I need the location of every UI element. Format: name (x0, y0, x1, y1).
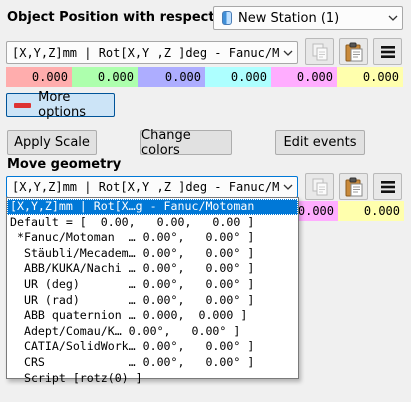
move-geometry-title: Move geometry (7, 157, 122, 172)
position-format-select[interactable]: [X,Y,Z]mm | Rot[X,Y ,Z ]deg - Fanuc/M (6, 41, 298, 64)
rotation-z-field[interactable]: 0.000 (337, 67, 403, 87)
dropdown-option[interactable]: Default = [ 0.00, 0.00, 0.00 ] (7, 215, 298, 231)
chevron-down-icon (384, 7, 402, 29)
paste-icon (345, 42, 362, 61)
menu-button[interactable] (373, 38, 402, 65)
copy-button[interactable] (305, 38, 334, 65)
move-rotation-z-field[interactable]: 0.000 (338, 201, 404, 221)
chevron-down-icon (279, 42, 297, 63)
dropdown-option[interactable]: ABB/KUKA/Nachi … 0.00°, 0.00° ] (7, 261, 298, 277)
chevron-down-icon (279, 177, 297, 197)
station-icon (222, 11, 232, 25)
dropdown-option[interactable]: Script [rotz(0) ] (7, 371, 298, 387)
dropdown-option[interactable]: CATIA/SolidWork… 0.00°, 0.00° ] (7, 339, 298, 355)
position-z-field[interactable]: 0.000 (138, 67, 205, 87)
more-options-label: More options (38, 90, 86, 120)
dropdown-option[interactable]: ABB quaternion … 0.000, 0.000 ] (7, 308, 298, 324)
edit-events-button[interactable]: Edit events (275, 130, 365, 155)
position-title: Object Position with respect to (7, 10, 235, 25)
copy-icon (312, 178, 327, 195)
dropdown-option[interactable]: UR (rad) … 0.00°, 0.00° ] (7, 293, 298, 309)
hamburger-menu-icon (380, 45, 395, 58)
position-values-row: 0.000 0.000 0.000 0.000 0.000 0.000 (6, 67, 403, 87)
dropdown-option[interactable]: CRS … 0.00°, 0.00° ] (7, 355, 298, 371)
format-dropdown-list: [X,Y,Z]mm | Rot[X…g - Fanuc/Motoman Defau… (6, 197, 299, 385)
dropdown-option[interactable]: Stäubli/Mecadem… 0.00°, 0.00° ] (7, 246, 298, 262)
apply-scale-button[interactable]: Apply Scale (7, 130, 97, 155)
move-geometry-format-value: [X,Y,Z]mm | Rot[X,Y ,Z ]deg - Fanuc/M (12, 180, 279, 194)
station-select-value: New Station (1) (238, 10, 340, 26)
more-options-button[interactable]: More options (6, 90, 115, 120)
paste-icon (345, 177, 362, 196)
station-select[interactable]: New Station (1) (213, 6, 403, 30)
rotation-y-field[interactable]: 0.000 (271, 67, 337, 87)
dropdown-option[interactable]: UR (deg) … 0.00°, 0.00° ] (7, 277, 298, 293)
minus-icon (14, 102, 32, 108)
hamburger-menu-icon (380, 180, 395, 193)
dropdown-option[interactable]: [X,Y,Z]mm | Rot[X…g - Fanuc/Motoman (7, 199, 298, 215)
dropdown-option[interactable]: Adept/Comau/K… 0.00°, 0.00° ] (7, 324, 298, 340)
position-x-field[interactable]: 0.000 (6, 67, 72, 87)
move-geometry-format-select[interactable]: [X,Y,Z]mm | Rot[X,Y ,Z ]deg - Fanuc/M (6, 176, 298, 198)
change-colors-button[interactable]: Change colors (140, 128, 232, 158)
menu-button[interactable] (373, 173, 402, 200)
paste-button[interactable] (339, 38, 368, 65)
copy-icon (312, 43, 327, 60)
rotation-x-field[interactable]: 0.000 (205, 67, 271, 87)
position-y-field[interactable]: 0.000 (72, 67, 138, 87)
position-format-value: [X,Y,Z]mm | Rot[X,Y ,Z ]deg - Fanuc/M (12, 45, 279, 60)
paste-button[interactable] (339, 173, 368, 200)
copy-button[interactable] (305, 173, 334, 200)
dropdown-option[interactable]: *Fanuc/Motoman … 0.00°, 0.00° ] (7, 230, 298, 246)
